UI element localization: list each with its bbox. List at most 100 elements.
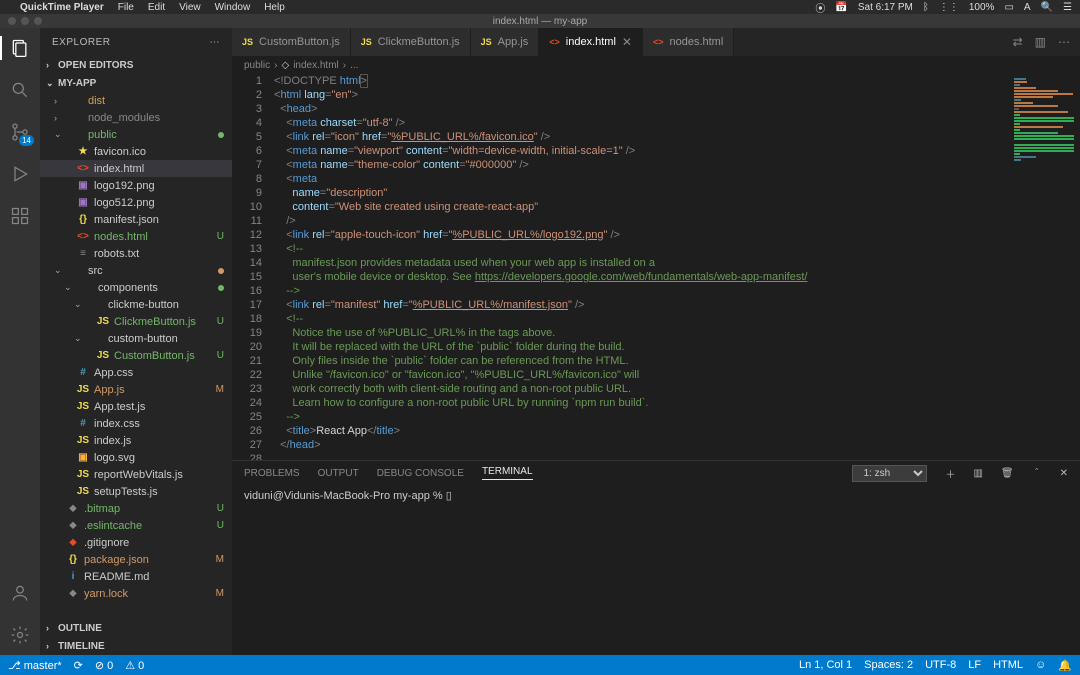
tree-file[interactable]: ⬥.bitmapU [40, 500, 232, 517]
tree-file[interactable]: JSCustomButton.jsU [40, 347, 232, 364]
status-bar: ⎇ master* ⟳ ⊘ 0 ⚠ 0 Ln 1, Col 1 Spaces: … [0, 655, 1080, 675]
tree-file[interactable]: ▣logo192.png [40, 177, 232, 194]
status-spaces[interactable]: Spaces: 2 [864, 659, 913, 671]
editor-tab[interactable]: <>nodes.html [643, 28, 734, 56]
close-tab-icon[interactable]: ✕ [622, 35, 632, 49]
bluetooth-icon[interactable]: ᛒ [923, 2, 929, 13]
tree-file[interactable]: <>nodes.htmlU [40, 228, 232, 245]
tree-file[interactable]: ⬥.eslintcacheU [40, 517, 232, 534]
tree-file[interactable]: {}manifest.json [40, 211, 232, 228]
kill-terminal-icon[interactable]: 🗑 [1001, 468, 1014, 479]
panel-tab-debug[interactable]: DEBUG CONSOLE [377, 468, 464, 479]
section-timeline[interactable]: ›TIMELINE [40, 637, 232, 655]
tree-file[interactable]: #index.css [40, 415, 232, 432]
status-lang[interactable]: HTML [993, 659, 1023, 671]
menu-file[interactable]: File [118, 2, 134, 13]
status-errors[interactable]: ⊘ 0 [95, 659, 113, 672]
editor-tabs: JSCustomButton.jsJSClickmeButton.jsJSApp… [232, 28, 1080, 56]
tree-file[interactable]: ≡robots.txt [40, 245, 232, 262]
window-title: index.html — my-app [493, 16, 587, 27]
status-encoding[interactable]: UTF-8 [925, 659, 956, 671]
tree-file[interactable]: JSsetupTests.js [40, 483, 232, 500]
code-editor[interactable]: 1234567891011121314151617181920212223242… [232, 74, 1080, 460]
maximize-panel-icon[interactable]: ＾ [1032, 466, 1042, 481]
editor-tab[interactable]: JSCustomButton.js [232, 28, 351, 56]
new-terminal-icon[interactable]: ＋ [945, 466, 955, 481]
tree-file[interactable]: <>index.html [40, 160, 232, 177]
more-actions-icon[interactable]: ⋯ [1058, 35, 1070, 49]
menu-view[interactable]: View [179, 2, 201, 13]
run-debug-icon[interactable] [8, 162, 32, 186]
tree-file[interactable]: JSreportWebVitals.js [40, 466, 232, 483]
tree-file[interactable]: JSindex.js [40, 432, 232, 449]
traffic-lights[interactable] [8, 17, 42, 25]
battery-icon[interactable]: ▭ [1004, 2, 1013, 13]
status-feedback[interactable]: ☺ [1035, 659, 1046, 671]
control-center-icon[interactable]: ☰ [1063, 2, 1072, 13]
status-lncol[interactable]: Ln 1, Col 1 [799, 659, 852, 671]
menu-edit[interactable]: Edit [148, 2, 165, 13]
tree-file[interactable]: ★favicon.ico [40, 143, 232, 160]
tree-file[interactable]: iREADME.md [40, 568, 232, 585]
code-body[interactable]: <!DOCTYPE html><html lang="en"> <head> <… [274, 74, 1010, 460]
tree-folder[interactable]: ⌄public [40, 126, 232, 143]
input-source-icon[interactable]: A [1024, 2, 1031, 13]
minimap[interactable] [1010, 74, 1080, 460]
tree-file[interactable]: JSClickmeButton.jsU [40, 313, 232, 330]
status-branch[interactable]: ⎇ master* [8, 659, 62, 672]
section-project[interactable]: ⌄MY-APP [40, 74, 232, 92]
editor-tab[interactable]: <>index.html✕ [539, 28, 643, 56]
file-tree: ›dist›node_modules⌄public★favicon.ico<>i… [40, 92, 232, 619]
section-open-editors[interactable]: ›OPEN EDITORS [40, 56, 232, 74]
sidebar-title: EXPLORER [52, 37, 110, 48]
settings-gear-icon[interactable] [8, 623, 32, 647]
macos-menubar: QuickTime Player File Edit View Window H… [0, 0, 1080, 14]
tree-folder[interactable]: ›dist [40, 92, 232, 109]
tree-file[interactable]: ▣logo.svg [40, 449, 232, 466]
tree-file[interactable]: ⬥.gitignore [40, 534, 232, 551]
panel-tab-problems[interactable]: PROBLEMS [244, 468, 300, 479]
panel-tab-terminal[interactable]: TERMINAL [482, 466, 533, 480]
search-icon[interactable] [8, 78, 32, 102]
tree-folder[interactable]: ⌄clickme-button [40, 296, 232, 313]
tree-folder[interactable]: ⌄custom-button [40, 330, 232, 347]
accounts-icon[interactable] [8, 581, 32, 605]
menubar-date[interactable]: 📅 [835, 2, 847, 13]
split-editor-icon[interactable]: ▥ [1035, 35, 1046, 49]
compare-icon[interactable]: ⇄ [1013, 35, 1023, 49]
scm-badge: 14 [19, 135, 34, 146]
tree-file[interactable]: ▣logo512.png [40, 194, 232, 211]
status-bell[interactable]: 🔔 [1058, 659, 1072, 672]
split-terminal-icon[interactable]: ▥ [973, 468, 982, 479]
editor-tab[interactable]: JSApp.js [471, 28, 540, 56]
tree-folder[interactable]: ⌄components [40, 279, 232, 296]
spotlight-icon[interactable]: 🔍 [1041, 2, 1053, 13]
tree-file[interactable]: JSApp.jsM [40, 381, 232, 398]
tree-folder[interactable]: ⌄src [40, 262, 232, 279]
sidebar-more-icon[interactable]: ⋯ [210, 37, 221, 48]
close-panel-icon[interactable]: ✕ [1060, 468, 1068, 479]
menu-window[interactable]: Window [215, 2, 251, 13]
screen-record-icon[interactable]: ⦿ [815, 0, 825, 15]
tree-file[interactable]: ⬥yarn.lockM [40, 585, 232, 602]
menubar-app-name[interactable]: QuickTime Player [20, 2, 104, 13]
terminal-select[interactable]: 1: zsh [852, 465, 927, 482]
status-eol[interactable]: LF [968, 659, 981, 671]
menubar-clock[interactable]: Sat 6:17 PM [858, 2, 913, 13]
breadcrumb[interactable]: public› ◇index.html› ... [232, 56, 1080, 74]
editor-tab[interactable]: JSClickmeButton.js [351, 28, 471, 56]
tree-file[interactable]: JSApp.test.js [40, 398, 232, 415]
explorer-icon[interactable] [8, 36, 32, 60]
wifi-icon[interactable]: ⋮⋮ [939, 2, 959, 13]
extensions-icon[interactable] [8, 204, 32, 228]
status-warnings[interactable]: ⚠ 0 [125, 659, 144, 672]
tree-file[interactable]: {}package.jsonM [40, 551, 232, 568]
status-sync[interactable]: ⟳ [74, 659, 83, 672]
section-outline[interactable]: ›OUTLINE [40, 619, 232, 637]
panel-tab-output[interactable]: OUTPUT [318, 468, 359, 479]
source-control-icon[interactable]: 14 [8, 120, 32, 144]
terminal-body[interactable]: viduni@Vidunis-MacBook-Pro my-app % ▯ [232, 485, 1080, 655]
tree-folder[interactable]: ›node_modules [40, 109, 232, 126]
tree-file[interactable]: #App.css [40, 364, 232, 381]
menu-help[interactable]: Help [264, 2, 285, 13]
